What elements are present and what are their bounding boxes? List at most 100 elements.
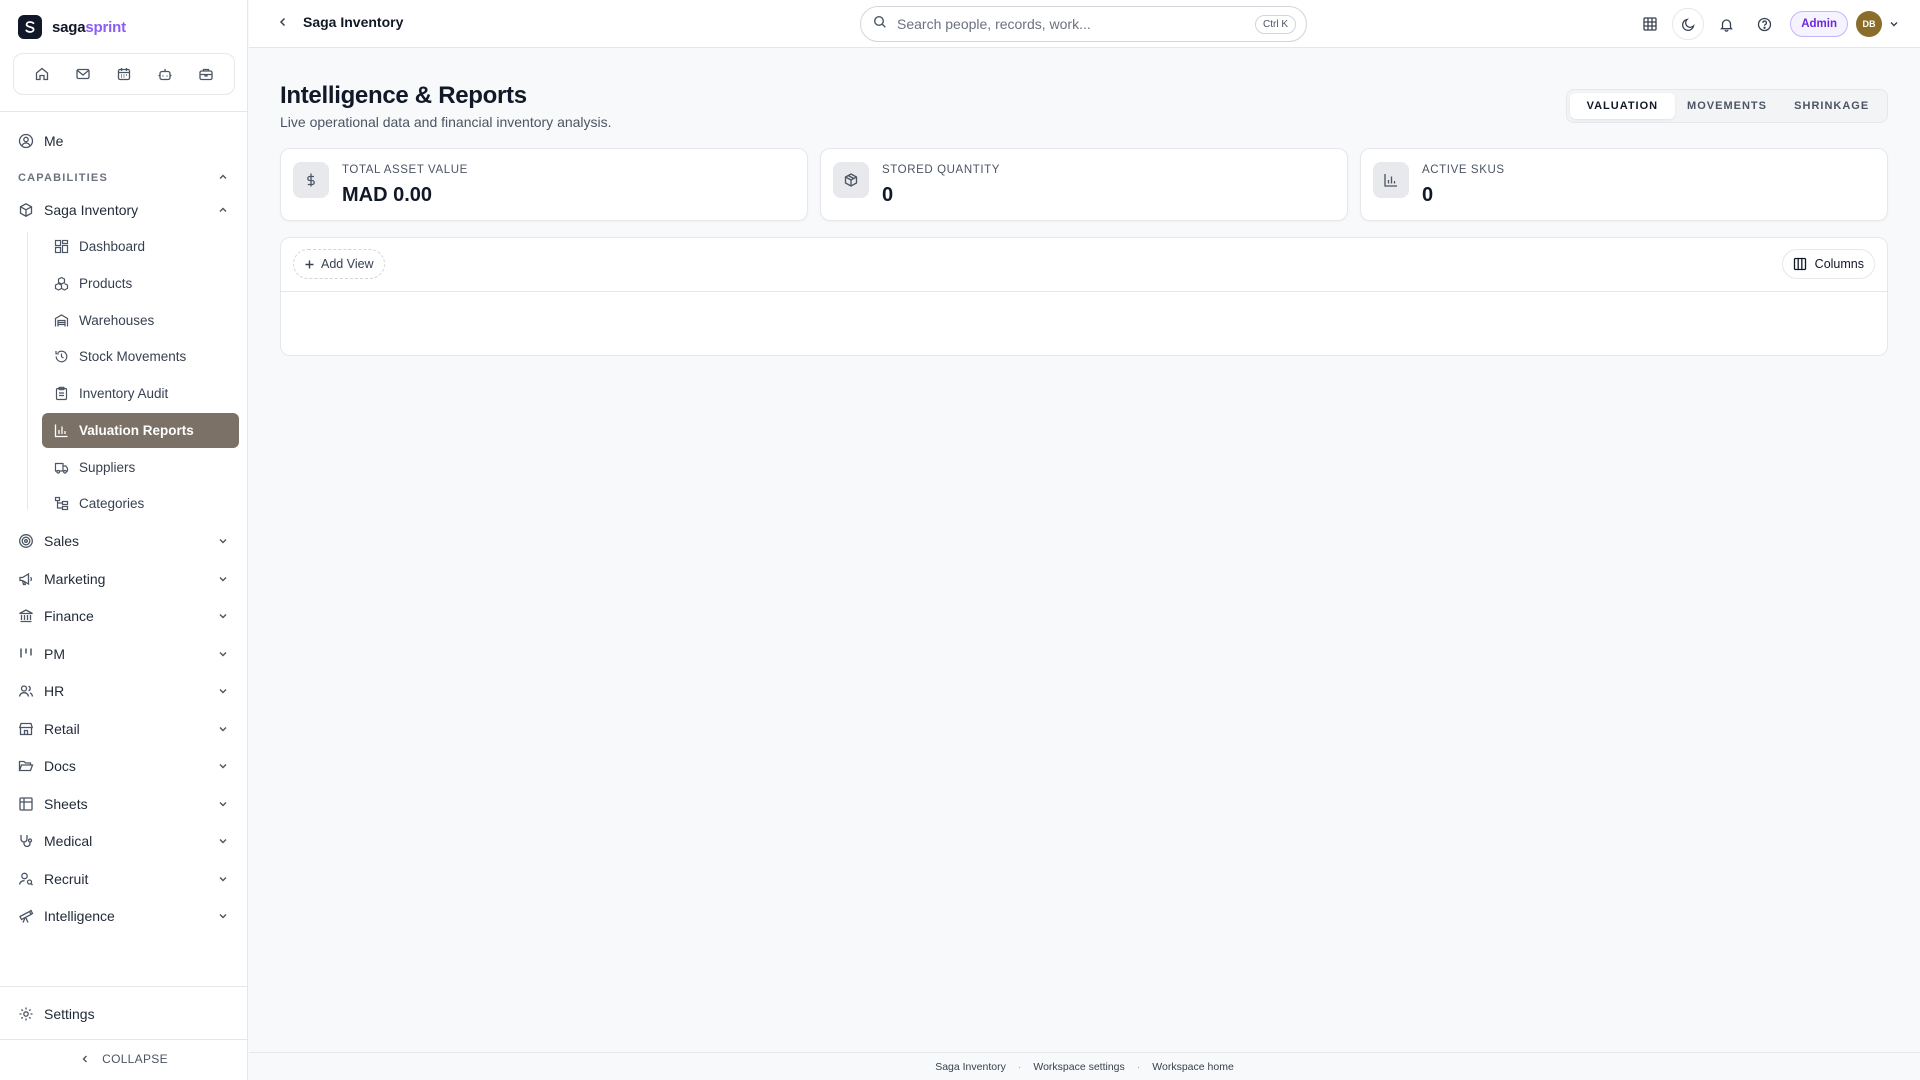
sidebar-item-label: Products [79,276,133,291]
chevron-down-icon [217,798,229,810]
sidebar-item-categories[interactable]: Categories [42,486,239,521]
bar-chart-icon [53,423,69,439]
sidebar-item-label: Sheets [44,796,88,812]
sidebar: sagasprint Me CAPABILITIES Saga Inventor… [0,0,248,1080]
sidebar-item-label: Retail [44,721,80,737]
dashboard-icon [53,239,69,255]
dollar-icon [293,162,329,198]
sidebar-item-marketing[interactable]: Marketing [18,566,229,592]
folder-icon [18,758,34,774]
sidebar-item-medical[interactable]: Medical [18,828,229,854]
sidebar-item-label: Recruit [44,871,89,887]
columns-icon [1793,257,1807,271]
megaphone-icon [18,571,34,587]
clipboard-icon [53,386,69,402]
sidebar-item-hr[interactable]: HR [18,678,229,704]
breadcrumb: Saga Inventory [277,14,403,30]
brand-name: sagasprint [52,18,126,36]
sidebar-item-suppliers[interactable]: Suppliers [42,450,239,485]
stat-label: STORED QUANTITY [882,164,1001,176]
bar-chart-icon [1373,162,1409,198]
sidebar-item-label: Suppliers [79,460,136,475]
sidebar-item-label: Categories [79,496,145,511]
sidebar-item-label: Me [44,133,64,149]
help-icon[interactable] [1748,8,1780,40]
sidebar-item-saga-inventory[interactable]: Saga Inventory [18,197,229,223]
back-chevron-icon[interactable] [277,16,289,28]
stat-card-active-skus: ACTIVE SKUS 0 [1360,148,1888,221]
columns-button[interactable]: Columns [1781,249,1875,279]
sidebar-item-pm[interactable]: PM [18,641,229,667]
chevron-down-icon [217,685,229,697]
chevron-down-icon [217,535,229,547]
box-icon [18,202,34,218]
admin-badge[interactable]: Admin [1790,11,1848,37]
capabilities-label: CAPABILITIES [18,172,108,184]
chevron-down-icon [217,835,229,847]
footer-link-workspace-home[interactable]: Workspace home [1152,1061,1234,1073]
home-icon[interactable] [28,60,56,88]
calendar-icon[interactable] [110,60,138,88]
moon-icon[interactable] [1672,8,1705,40]
footer-separator: · [1136,1060,1141,1073]
sidebar-item-docs[interactable]: Docs [18,753,229,779]
data-view-panel: Add View Columns [280,237,1888,356]
sidebar-item-finance[interactable]: Finance [18,603,229,629]
sidebar-divider [0,986,248,987]
tab-valuation[interactable]: VALUATION [1570,93,1675,119]
chevron-down-icon[interactable] [1888,18,1900,30]
footer-separator: · [1017,1060,1022,1073]
plus-icon [304,259,315,270]
user-search-icon [18,871,34,887]
brand[interactable]: sagasprint [18,15,126,39]
sidebar-item-warehouses[interactable]: Warehouses [42,303,239,338]
stethoscope-icon [18,833,34,849]
sidebar-item-products[interactable]: Products [42,266,239,301]
sidebar-item-label: Saga Inventory [44,202,139,218]
tab-movements[interactable]: MOVEMENTS [1675,93,1780,119]
add-view-button[interactable]: Add View [293,249,385,279]
briefcase-icon[interactable] [192,60,220,88]
sidebar-item-label: Finance [44,608,94,624]
capabilities-header[interactable]: CAPABILITIES [18,170,229,186]
sidebar-item-retail[interactable]: Retail [18,716,229,742]
page-title: Intelligence & Reports [280,82,527,109]
mail-icon[interactable] [69,60,97,88]
tab-shrinkage[interactable]: SHRINKAGE [1779,93,1884,119]
chevron-down-icon [217,610,229,622]
sidebar-item-label: Docs [44,758,76,774]
sidebar-item-dashboard[interactable]: Dashboard [42,229,239,264]
breadcrumb-title[interactable]: Saga Inventory [303,14,403,30]
columns-label: Columns [1814,257,1864,271]
sidebar-item-inventory-audit[interactable]: Inventory Audit [42,376,239,411]
sidebar-item-stock-movements[interactable]: Stock Movements [42,339,239,374]
sidebar-item-me[interactable]: Me [18,128,229,154]
footer: Saga Inventory · Workspace settings · Wo… [249,1052,1920,1080]
history-icon [53,349,69,365]
page-subtitle: Live operational data and financial inve… [280,114,612,130]
sidebar-item-sheets[interactable]: Sheets [18,791,229,817]
chevron-left-icon [80,1054,90,1064]
chevron-down-icon [217,648,229,660]
sidebar-item-sales[interactable]: Sales [18,528,229,554]
avatar[interactable]: DB [1856,11,1882,37]
search-input[interactable] [897,16,1255,32]
sidebar-item-settings[interactable]: Settings [18,1001,229,1027]
sidebar-item-label: Dashboard [79,239,146,254]
sidebar-item-valuation-reports[interactable]: Valuation Reports [42,413,239,448]
sidebar-item-recruit[interactable]: Recruit [18,866,229,892]
footer-link-saga-inventory[interactable]: Saga Inventory [935,1061,1006,1073]
grid-icon[interactable] [1634,8,1666,40]
sidebar-divider [0,1039,248,1040]
chevron-down-icon [217,760,229,772]
bot-icon[interactable] [151,60,179,88]
sidebar-item-intelligence[interactable]: Intelligence [18,903,229,929]
sidebar-item-label: Medical [44,833,93,849]
collapse-button[interactable]: COLLAPSE [0,1046,248,1072]
truck-icon [53,460,69,476]
sidebar-item-label: Sales [44,533,80,549]
sidebar-item-label: Valuation Reports [79,423,194,438]
search-bar[interactable]: Ctrl K [860,6,1307,42]
footer-link-workspace-settings[interactable]: Workspace settings [1033,1061,1124,1073]
bell-icon[interactable] [1710,8,1742,40]
